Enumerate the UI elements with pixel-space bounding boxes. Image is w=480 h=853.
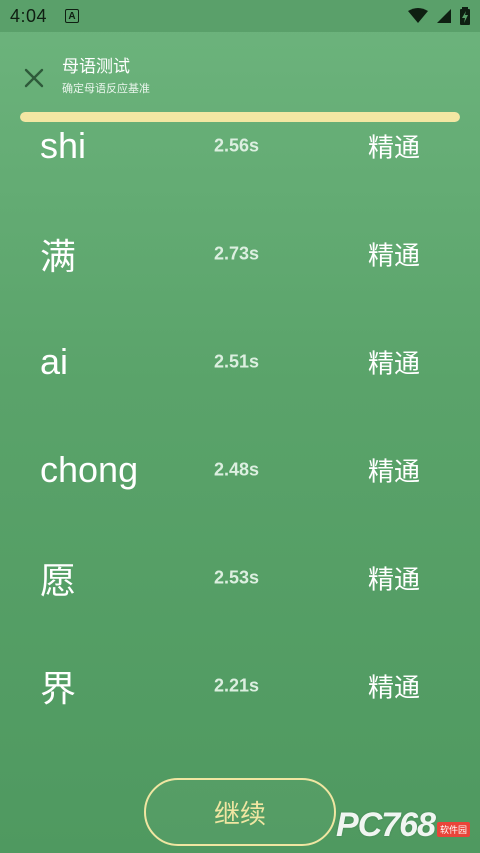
result-word: shi [40, 125, 87, 166]
progress-fill [20, 112, 460, 122]
result-time: 2.53s [214, 567, 260, 588]
result-row: ai 2.51s 精通 [0, 308, 480, 416]
result-level: 精通 [368, 457, 421, 488]
result-level: 精通 [368, 349, 421, 380]
progress-bar [20, 112, 460, 122]
result-word: 界 [40, 668, 77, 709]
notification-a-icon: A [65, 9, 80, 23]
page-title: 母语测试 [62, 57, 130, 77]
result-level: 精通 [368, 241, 421, 272]
result-level: 精通 [368, 673, 421, 704]
result-time: 2.21s [214, 675, 260, 696]
result-word: 愿 [40, 560, 77, 601]
result-row: chong 2.48s 精通 [0, 416, 480, 524]
result-word: 满 [40, 236, 77, 277]
close-icon [24, 68, 44, 88]
continue-button[interactable]: 继续 [144, 778, 336, 846]
result-row: 满 2.73s 精通 [0, 200, 480, 308]
result-row: shi 2.56s 精通 [0, 92, 480, 200]
watermark-logo: PC768 软件园 [336, 806, 470, 845]
result-level: 精通 [368, 133, 421, 164]
result-time: 2.56s [214, 135, 260, 156]
result-row: 界 2.21s 精通 [0, 632, 480, 740]
watermark-text: PC768 [336, 806, 436, 844]
result-word: chong [40, 449, 139, 490]
watermark-sub: 软件园 [436, 822, 470, 837]
wifi-icon [408, 8, 428, 23]
status-icons [408, 7, 470, 25]
result-time: 2.48s [214, 459, 260, 480]
close-button[interactable] [20, 64, 48, 92]
signal-icon [437, 9, 451, 23]
result-level: 精通 [368, 565, 421, 596]
status-bar: 4:04 A [0, 0, 480, 32]
battery-charging-icon [460, 7, 470, 25]
status-time: 4:04 [10, 5, 48, 26]
result-time: 2.73s [214, 243, 260, 264]
result-word: ai [40, 341, 69, 382]
result-row: 愿 2.53s 精通 [0, 524, 480, 632]
result-time: 2.51s [214, 351, 260, 372]
